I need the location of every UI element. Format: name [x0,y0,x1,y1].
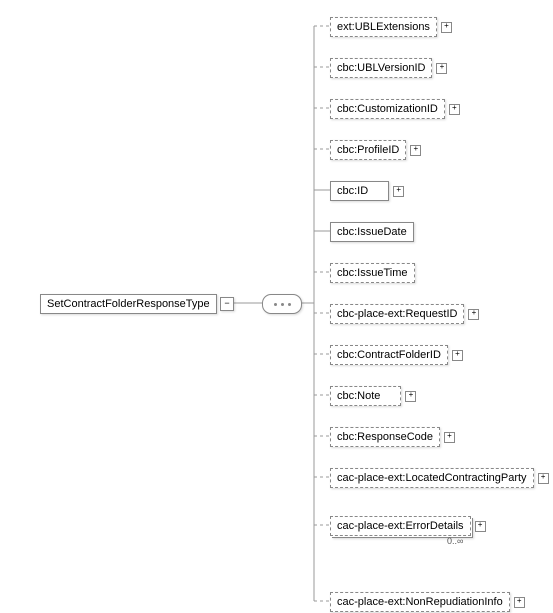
schema-diagram: SetContractFolderResponseType − ext:UBLE… [0,0,553,613]
node-label: cbc:Note [330,386,401,406]
sequence-compositor [262,294,302,314]
node-label: cbc:ProfileID [330,140,406,160]
node-label: cbc:ResponseCode [330,427,440,447]
expand-icon[interactable]: + [410,145,421,156]
node-label: cbc:CustomizationID [330,99,445,119]
root-node: SetContractFolderResponseType [40,294,217,314]
expand-icon[interactable]: + [436,63,447,74]
node-id[interactable]: cbc:ID + [330,181,404,201]
node-ublextensions[interactable]: ext:UBLExtensions + [330,17,452,37]
node-label: cbc:IssueTime [330,263,415,283]
node-label: cbc-place-ext:RequestID [330,304,464,324]
node-ublversionid[interactable]: cbc:UBLVersionID + [330,58,447,78]
root-label: SetContractFolderResponseType [40,294,217,314]
node-errordetails[interactable]: cac-place-ext:ErrorDetails + [330,516,486,536]
expand-icon[interactable]: + [452,350,463,361]
node-nonrepudiationinfo[interactable]: cac-place-ext:NonRepudiationInfo + [330,592,525,612]
expand-icon[interactable]: + [538,473,549,484]
expand-icon[interactable]: + [468,309,479,320]
node-label: cac-place-ext:LocatedContractingParty [330,468,534,488]
node-contractfolderid[interactable]: cbc:ContractFolderID + [330,345,463,365]
node-label: cbc:ContractFolderID [330,345,448,365]
node-responsecode[interactable]: cbc:ResponseCode + [330,427,455,447]
node-note[interactable]: cbc:Note + [330,386,416,406]
expand-icon[interactable]: + [475,521,486,532]
root-expander[interactable]: − [220,297,234,311]
cardinality-label: 0..∞ [447,536,463,546]
expand-icon[interactable]: + [405,391,416,402]
node-label: cbc:ID [330,181,389,201]
node-label: cbc:IssueDate [330,222,414,242]
expand-icon[interactable]: + [441,22,452,33]
expand-icon[interactable]: + [393,186,404,197]
node-locatedcontractingparty[interactable]: cac-place-ext:LocatedContractingParty + [330,468,549,488]
node-label: cbc:UBLVersionID [330,58,432,78]
expand-icon[interactable]: + [449,104,460,115]
node-label: cac-place-ext:ErrorDetails [330,516,471,536]
node-customizationid[interactable]: cbc:CustomizationID + [330,99,460,119]
expand-icon[interactable]: + [444,432,455,443]
node-profileid[interactable]: cbc:ProfileID + [330,140,421,160]
node-issuetime[interactable]: cbc:IssueTime [330,263,415,283]
node-label: cac-place-ext:NonRepudiationInfo [330,592,510,612]
node-issuedate[interactable]: cbc:IssueDate [330,222,414,242]
node-label: ext:UBLExtensions [330,17,437,37]
expand-icon[interactable]: + [514,597,525,608]
node-requestid[interactable]: cbc-place-ext:RequestID + [330,304,479,324]
